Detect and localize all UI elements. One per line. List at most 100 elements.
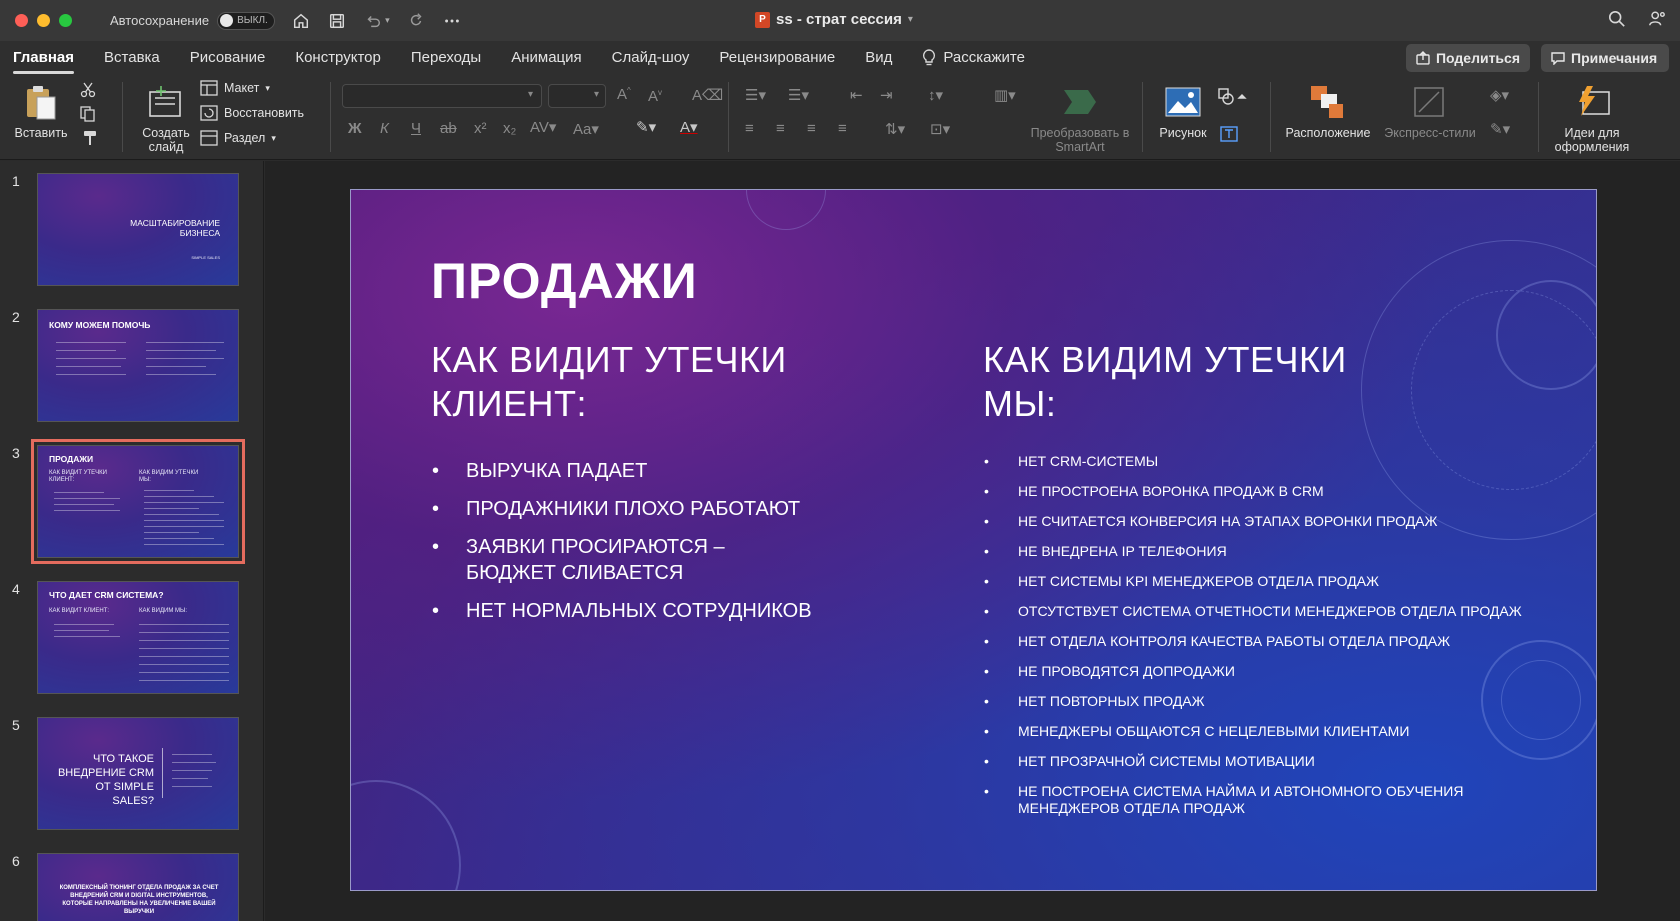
superscript-icon[interactable]: x²: [474, 120, 487, 137]
tab-draw[interactable]: Рисование: [190, 45, 266, 70]
thumb-line: [54, 636, 120, 637]
design-ideas-button[interactable]: Идеи для оформления: [1548, 82, 1636, 154]
slide-thumbnail-1[interactable]: МАСШТАБИРОВАНИЕ БИЗНЕСА SIMPLE SALES: [37, 173, 239, 286]
share-button[interactable]: Поделиться: [1406, 44, 1530, 72]
comments-button[interactable]: Примечания: [1541, 44, 1669, 72]
more-icon[interactable]: [442, 11, 462, 31]
account-icon[interactable]: [1648, 10, 1666, 33]
minimize-window-button[interactable]: [37, 14, 50, 27]
list-item: НЕТ СИСТЕМЫ KPI МЕНЕДЖЕРОВ ОТДЕЛА ПРОДАЖ: [984, 573, 1558, 590]
slide-thumbnail-5[interactable]: ЧТО ТАКОЕ ВНЕДРЕНИЕ CRM ОТ SIMPLE SALES?: [37, 717, 239, 830]
list-item: НЕТ ПОВТОРНЫХ ПРОДАЖ: [984, 693, 1558, 710]
shape-fill-icon[interactable]: ◈▾: [1490, 86, 1509, 104]
justify-icon[interactable]: ≡: [838, 120, 847, 137]
thumb-line: [56, 342, 126, 343]
quick-styles-button[interactable]: Экспресс-стили: [1378, 82, 1482, 140]
tab-transitions[interactable]: Переходы: [411, 45, 481, 70]
tab-review[interactable]: Рецензирование: [719, 45, 835, 70]
right-bullet-list[interactable]: НЕТ CRM-СИСТЕМЫ НЕ ПРОСТРОЕНА ВОРОНКА ПР…: [984, 453, 1558, 830]
align-center-icon[interactable]: ≡: [776, 120, 785, 137]
increase-indent-icon[interactable]: ⇥: [880, 86, 893, 104]
align-left-icon[interactable]: ≡: [745, 120, 754, 137]
picture-button[interactable]: Рисунок: [1152, 82, 1214, 140]
slide-thumbnail-3[interactable]: ПРОДАЖИ КАК ВИДИТ УТЕЧКИ КЛИЕНТ: КАК ВИД…: [31, 439, 245, 564]
left-column-heading[interactable]: КАК ВИДИТ УТЕЧКИ КЛИЕНТ:: [431, 338, 861, 426]
right-column-heading[interactable]: КАК ВИДИМ УТЕЧКИ МЫ:: [983, 338, 1403, 426]
font-size-select[interactable]: ▾: [548, 84, 606, 108]
grow-font-icon[interactable]: A^: [617, 86, 631, 103]
quick-styles-icon: [1410, 82, 1450, 122]
format-painter-icon[interactable]: [80, 130, 98, 146]
italic-button[interactable]: К: [380, 120, 389, 137]
close-window-button[interactable]: [15, 14, 28, 27]
new-slide-label: Создать слайд: [142, 126, 190, 154]
shape-outline-icon[interactable]: ✎▾: [1490, 120, 1510, 138]
search-icon[interactable]: [1608, 10, 1626, 33]
new-slide-icon: [146, 82, 186, 122]
shrink-font-icon[interactable]: Av: [648, 88, 662, 105]
bold-button[interactable]: Ж: [348, 120, 362, 137]
thumb-line: [146, 374, 216, 375]
tab-home[interactable]: Главная: [13, 45, 75, 74]
undo-dropdown-icon[interactable]: ▾: [385, 15, 390, 26]
align-text-icon[interactable]: ⊡▾: [930, 120, 950, 138]
tell-me-search[interactable]: Расскажите: [922, 48, 1025, 67]
slide-title[interactable]: ПРОДАЖИ: [431, 252, 698, 310]
title-right-tools: [1608, 10, 1666, 33]
tab-animations[interactable]: Анимация: [511, 45, 581, 70]
redo-icon[interactable]: [406, 11, 426, 31]
cut-icon[interactable]: [80, 82, 96, 98]
autosave-state: ВЫКЛ.: [237, 15, 268, 26]
strikethrough-icon[interactable]: ab: [440, 120, 457, 137]
section-button[interactable]: Раздел ▾: [200, 130, 276, 146]
slide-thumbnails-panel[interactable]: 1 МАСШТАБИРОВАНИЕ БИЗНЕСА SIMPLE SALES 2…: [0, 161, 264, 921]
columns-icon[interactable]: ▥▾: [994, 86, 1016, 104]
reset-button[interactable]: Восстановить: [200, 105, 304, 121]
text-box-icon[interactable]: [1220, 126, 1238, 142]
slide-thumbnail-6[interactable]: КОМПЛЕКСНЫЙ ТЮНИНГ ОТДЕЛА ПРОДАЖ ЗА СЧЕТ…: [37, 853, 239, 921]
layout-button[interactable]: Макет ▾: [200, 80, 270, 96]
arrange-button[interactable]: Расположение: [1280, 82, 1376, 140]
new-slide-button[interactable]: Создать слайд: [130, 82, 202, 154]
ribbon-separator: [122, 82, 123, 152]
current-slide[interactable]: ПРОДАЖИ КАК ВИДИТ УТЕЧКИ КЛИЕНТ: КАК ВИД…: [350, 189, 1597, 891]
convert-smartart-button[interactable]: Преобразовать в SmartArt: [1030, 82, 1130, 154]
change-case-icon[interactable]: Aa▾: [573, 120, 599, 138]
subscript-icon[interactable]: x₂: [503, 120, 516, 137]
text-direction-icon[interactable]: ⇅▾: [885, 120, 905, 138]
decrease-indent-icon[interactable]: ⇤: [850, 86, 863, 104]
character-spacing-icon[interactable]: AV▾: [530, 118, 556, 136]
font-family-select[interactable]: ▾: [342, 84, 542, 108]
autosave-toggle[interactable]: ВЫКЛ.: [217, 11, 276, 30]
font-color-icon[interactable]: A▾: [680, 118, 698, 136]
undo-icon[interactable]: [363, 11, 383, 31]
save-icon[interactable]: [327, 11, 347, 31]
tab-design[interactable]: Конструктор: [295, 45, 381, 70]
left-bullet-list[interactable]: ВЫРУЧКА ПАДАЕТ ПРОДАЖНИКИ ПЛОХО РАБОТАЮТ…: [432, 458, 906, 636]
bullets-icon[interactable]: ☰▾: [745, 86, 766, 104]
section-icon: [200, 130, 218, 146]
window-controls: [15, 14, 72, 27]
shapes-icon[interactable]: [1218, 88, 1248, 106]
slide-thumbnail-4[interactable]: ЧТО ДАЕТ CRM СИСТЕМА? КАК ВИДИТ КЛИЕНТ: …: [37, 581, 239, 694]
tab-insert[interactable]: Вставка: [104, 45, 160, 70]
underline-button[interactable]: Ч: [411, 120, 421, 137]
highlight-icon[interactable]: ✎▾: [636, 118, 656, 136]
copy-icon[interactable]: [80, 106, 100, 122]
align-right-icon[interactable]: ≡: [807, 120, 816, 137]
document-title[interactable]: P ss - страт сессия ▾: [755, 11, 913, 28]
ribbon-separator: [330, 82, 331, 152]
tab-view[interactable]: Вид: [865, 45, 892, 70]
layout-icon: [200, 80, 218, 96]
clear-formatting-icon[interactable]: A⌫: [692, 86, 723, 104]
powerpoint-icon: P: [755, 11, 770, 28]
document-name: ss - страт сессия: [776, 11, 902, 28]
tab-slideshow[interactable]: Слайд-шоу: [612, 45, 690, 70]
line-spacing-icon[interactable]: ↕▾: [928, 86, 943, 104]
numbering-icon[interactable]: ☰▾: [788, 86, 809, 104]
paste-button[interactable]: Вставить: [8, 82, 74, 140]
home-icon[interactable]: [291, 11, 311, 31]
slide-thumbnail-2[interactable]: КОМУ МОЖЕМ ПОМОЧЬ: [37, 309, 239, 422]
ribbon-separator: [1142, 82, 1143, 152]
zoom-window-button[interactable]: [59, 14, 72, 27]
